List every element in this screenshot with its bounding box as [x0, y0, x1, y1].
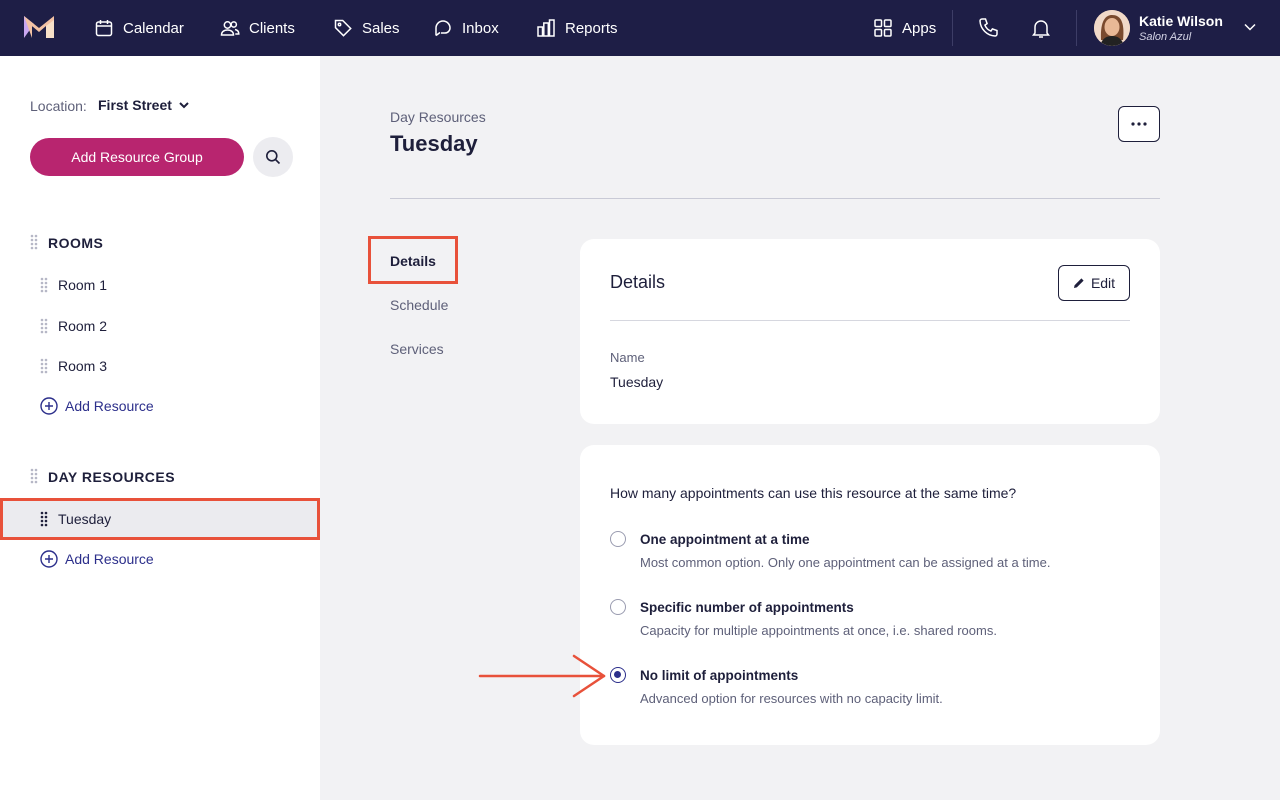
- location-label: Location:: [30, 98, 87, 114]
- calendar-icon: [95, 20, 113, 37]
- chevron-down-icon[interactable]: [1243, 20, 1257, 34]
- drag-handle-icon[interactable]: [40, 358, 48, 374]
- annotation-arrow-icon: [478, 654, 606, 698]
- group-title-day-resources: DAY RESOURCES: [48, 469, 176, 485]
- avatar-image: [1094, 10, 1130, 46]
- tag-icon: [334, 19, 352, 37]
- sidebar: Location: First Street Add Resource Grou…: [0, 56, 320, 800]
- tab-schedule[interactable]: Schedule: [390, 297, 448, 313]
- radio-specific-number[interactable]: [610, 599, 626, 615]
- add-resource-label: Add Resource: [65, 551, 154, 567]
- sidebar-item-tuesday[interactable]: Tuesday: [58, 511, 111, 527]
- group-title-rooms: ROOMS: [48, 235, 104, 251]
- top-navigation-bar: Calendar Clients Sales Inbox Reports App…: [0, 0, 1280, 56]
- sidebar-item-room-2[interactable]: Room 2: [58, 318, 107, 334]
- option-description: Advanced option for resources with no ca…: [640, 691, 943, 706]
- plus-circle-icon: [40, 397, 58, 415]
- name-value: Tuesday: [610, 374, 664, 390]
- edit-button[interactable]: Edit: [1058, 265, 1130, 301]
- sidebar-item-room-3[interactable]: Room 3: [58, 358, 107, 374]
- bar-chart-icon: [537, 19, 555, 37]
- drag-handle-icon[interactable]: [30, 468, 38, 484]
- nav-inbox-label: Inbox: [462, 19, 499, 37]
- capacity-question: How many appointments can use this resou…: [610, 485, 1017, 501]
- nav-divider: [952, 10, 953, 46]
- clients-icon: [220, 21, 240, 36]
- sidebar-item-tuesday-selected[interactable]: [0, 498, 320, 540]
- drag-handle-icon[interactable]: [40, 277, 48, 293]
- divider: [610, 320, 1130, 321]
- page-title: Tuesday: [390, 131, 478, 156]
- inbox-icon: [435, 20, 451, 37]
- nav-sales[interactable]: Sales: [333, 0, 400, 56]
- option-title[interactable]: No limit of appointments: [640, 668, 798, 683]
- name-label: Name: [610, 350, 645, 365]
- search-button[interactable]: [253, 137, 293, 177]
- add-resource-label: Add Resource: [65, 398, 154, 414]
- user-salon: Salon Azul: [1139, 31, 1192, 43]
- app-logo[interactable]: [24, 16, 54, 38]
- more-options-button[interactable]: [1118, 106, 1160, 142]
- tab-details[interactable]: Details: [390, 253, 436, 269]
- avatar[interactable]: [1094, 10, 1130, 46]
- phone-icon[interactable]: [977, 16, 1001, 40]
- radio-no-limit[interactable]: [610, 667, 626, 683]
- nav-divider: [1076, 10, 1077, 46]
- add-resource-day-resources[interactable]: Add Resource: [40, 550, 154, 568]
- location-selector[interactable]: First Street: [98, 97, 190, 113]
- breadcrumb[interactable]: Day Resources: [390, 109, 486, 125]
- radio-one-appointment[interactable]: [610, 531, 626, 547]
- divider: [390, 198, 1160, 199]
- apps-grid-icon: [874, 19, 892, 37]
- location-value: First Street: [98, 97, 172, 113]
- drag-handle-icon[interactable]: [40, 318, 48, 334]
- tab-services[interactable]: Services: [390, 341, 444, 357]
- drag-handle-icon[interactable]: [30, 234, 38, 250]
- ellipsis-icon: [1131, 122, 1147, 126]
- nav-inbox[interactable]: Inbox: [433, 0, 499, 56]
- chevron-down-icon: [179, 102, 189, 109]
- card-title: Details: [610, 272, 666, 292]
- search-icon: [266, 150, 281, 165]
- drag-handle-icon[interactable]: [40, 511, 48, 527]
- bell-icon[interactable]: [1029, 16, 1053, 40]
- user-name: Katie Wilson: [1139, 13, 1223, 29]
- nav-reports-label: Reports: [565, 19, 618, 37]
- pencil-icon: [1073, 278, 1084, 288]
- nav-clients-label: Clients: [249, 19, 295, 37]
- option-description: Most common option. Only one appointment…: [640, 555, 1051, 570]
- nav-reports[interactable]: Reports: [536, 0, 618, 56]
- capacity-card: How many appointments can use this resou…: [580, 445, 1160, 745]
- nav-apps[interactable]: Apps: [873, 0, 936, 56]
- edit-button-label: Edit: [1090, 275, 1116, 291]
- option-title[interactable]: Specific number of appointments: [640, 600, 854, 615]
- nav-sales-label: Sales: [362, 19, 400, 37]
- add-resource-group-button[interactable]: Add Resource Group: [30, 138, 244, 176]
- plus-circle-icon: [40, 550, 58, 568]
- nav-clients[interactable]: Clients: [220, 0, 295, 56]
- option-description: Capacity for multiple appointments at on…: [640, 623, 997, 638]
- sidebar-item-room-1[interactable]: Room 1: [58, 277, 107, 293]
- nav-apps-label: Apps: [902, 19, 937, 37]
- option-title[interactable]: One appointment at a time: [640, 532, 810, 547]
- nav-calendar[interactable]: Calendar: [94, 0, 184, 56]
- add-resource-rooms[interactable]: Add Resource: [40, 397, 154, 415]
- nav-calendar-label: Calendar: [123, 19, 184, 37]
- details-card: Details Edit Name Tuesday: [580, 239, 1160, 424]
